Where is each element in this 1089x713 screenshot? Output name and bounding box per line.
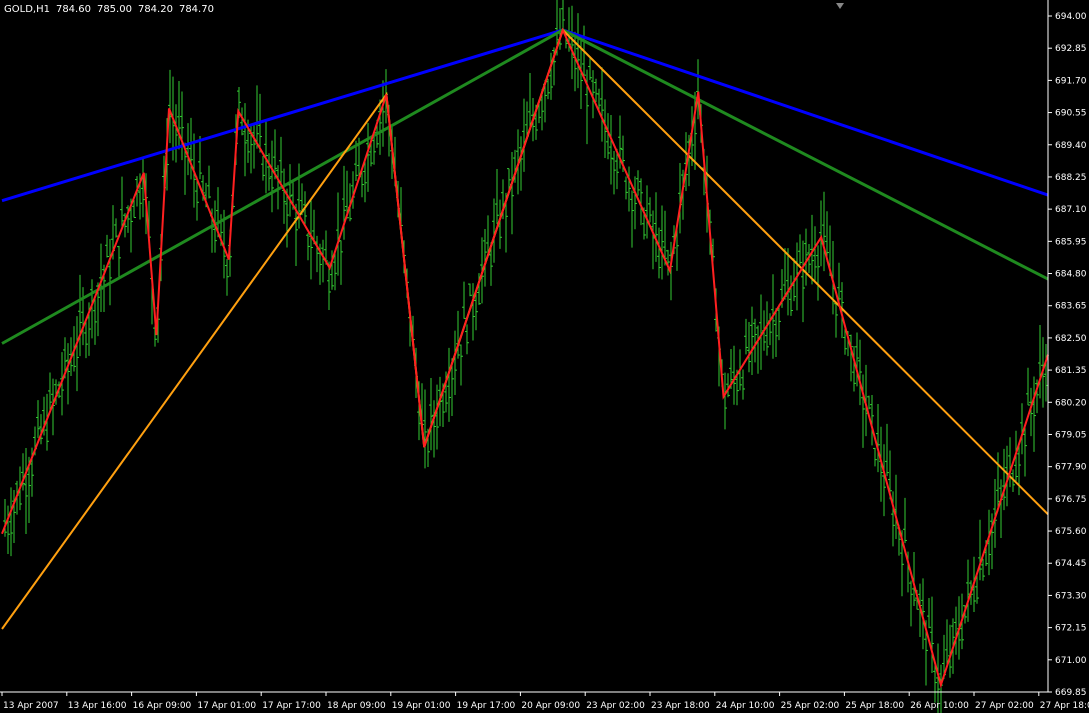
y-tick-label: 672.15 <box>1055 624 1087 634</box>
x-tick-label: 16 Apr 09:00 <box>133 701 192 711</box>
y-tick-label: 671.00 <box>1055 656 1087 666</box>
x-tick-label: 26 Apr 10:00 <box>910 701 969 711</box>
orange-trend-line <box>1 28 1049 630</box>
y-tick-label: 692.85 <box>1055 44 1087 54</box>
y-tick-label: 681.35 <box>1055 366 1087 376</box>
y-tick-label: 689.40 <box>1055 141 1087 151</box>
x-tick-label: 17 Apr 17:00 <box>262 701 321 711</box>
chart-shift-marker-icon <box>836 3 844 9</box>
y-tick-label: 694.00 <box>1055 12 1087 22</box>
x-tick-label: 17 Apr 01:00 <box>197 701 256 711</box>
y-tick-label: 688.25 <box>1055 173 1087 183</box>
x-tick-label: 27 Apr 18:00 <box>1040 701 1089 711</box>
y-tick-label: 679.05 <box>1055 430 1087 440</box>
x-tick-label: 13 Apr 16:00 <box>68 701 127 711</box>
y-tick-label: 691.70 <box>1055 76 1087 86</box>
y-tick-label: 683.65 <box>1055 302 1087 312</box>
price-chart: 694.00 692.85 691.70 690.55 689.40 688.25 687.… <box>0 0 1089 713</box>
y-tick-label: 685.95 <box>1055 237 1087 247</box>
y-tick-label: 675.60 <box>1055 527 1087 537</box>
y-tick-label: 682.50 <box>1055 334 1087 344</box>
y-tick-label: 687.10 <box>1055 205 1087 215</box>
y-tick-label: 690.55 <box>1055 109 1087 119</box>
x-tick-label: 20 Apr 09:00 <box>521 701 580 711</box>
y-tick-label: 676.75 <box>1055 495 1087 505</box>
y-tick-label: 680.20 <box>1055 398 1087 408</box>
y-tick-label: 684.80 <box>1055 270 1087 280</box>
x-tick-label: 18 Apr 09:00 <box>327 701 386 711</box>
x-tick-label: 13 Apr 2007 <box>3 701 59 711</box>
chart-window: GOLD,H1 784.60 785.00 784.20 784.70 694.00 69… <box>0 0 1089 713</box>
x-tick-label: 19 Apr 17:00 <box>457 701 516 711</box>
x-tick-label: 24 Apr 10:00 <box>716 701 775 711</box>
x-tick-label: 25 Apr 02:00 <box>781 701 840 711</box>
x-tick-label: 25 Apr 18:00 <box>845 701 904 711</box>
x-tick-label: 23 Apr 02:00 <box>586 701 645 711</box>
y-tick-label: 674.45 <box>1055 559 1087 569</box>
x-tick-label: 19 Apr 01:00 <box>392 701 451 711</box>
blue-trend-line <box>1 28 1049 203</box>
y-tick-label: 669.85 <box>1055 688 1087 698</box>
y-tick-label: 673.30 <box>1055 591 1087 601</box>
x-tick-label: 27 Apr 02:00 <box>975 701 1034 711</box>
y-tick-label: 677.90 <box>1055 463 1087 473</box>
x-tick-label: 23 Apr 18:00 <box>651 701 710 711</box>
